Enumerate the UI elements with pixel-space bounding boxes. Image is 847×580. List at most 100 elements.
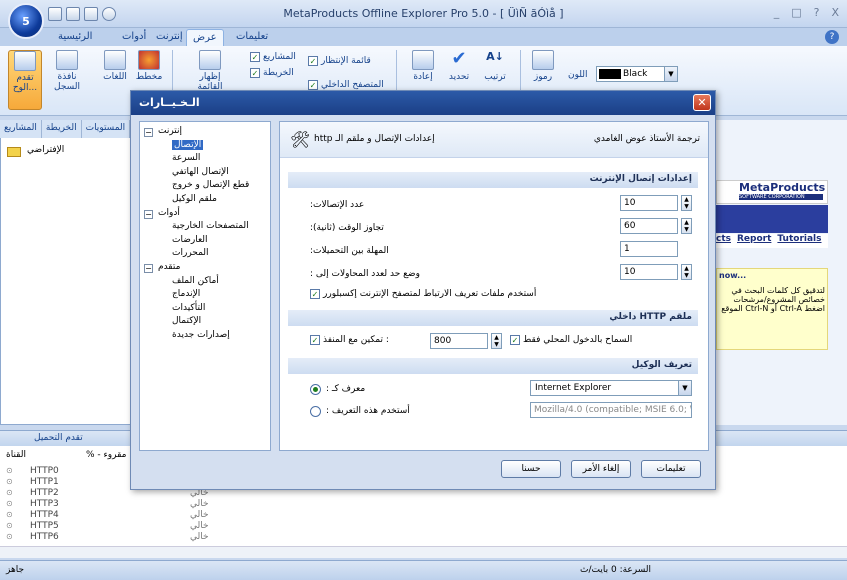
tab-tools[interactable]: أدوات: [116, 29, 152, 46]
column-header-percent[interactable]: % - مقروء: [86, 450, 126, 460]
internal-browser-checkbox[interactable]: ✓ المتصفح الداخلي: [308, 80, 384, 90]
timeout-input[interactable]: 60: [620, 218, 678, 234]
button-label: رموز: [533, 72, 553, 82]
checkbox-label: المشاريع: [263, 52, 296, 62]
tab-levels[interactable]: المستويات: [82, 120, 131, 138]
tree-node[interactable]: العارضات: [172, 235, 208, 245]
check-icon: ✓: [250, 52, 260, 62]
window-controls: _ □ ? X: [774, 6, 839, 19]
tree-node[interactable]: الإكتمال: [172, 316, 201, 326]
ok-button[interactable]: حسنا: [501, 460, 561, 478]
button-label: إظهار القائمة: [197, 72, 223, 92]
tree-node[interactable]: المتصفحات الخارجية: [172, 221, 249, 231]
circle-icon[interactable]: [102, 7, 116, 21]
nav-link-report[interactable]: Report: [737, 234, 771, 248]
retries-label: وضع حد لعدد المحاولات إلى :: [310, 269, 420, 279]
channel-status: خالي: [190, 521, 209, 531]
news-text: لتدقيق كل كلمات البحث في خصائص المشروع/م…: [721, 286, 825, 313]
select-button[interactable]: ✔ تحديد: [442, 48, 476, 83]
enable-port-checkbox[interactable]: ✓ تمكين مع المنفذ :: [310, 335, 389, 345]
custom-agent-input[interactable]: Mozilla/4.0 (compatible; MSIE 6.0; Windo: [530, 402, 692, 418]
connections-input[interactable]: 10: [620, 195, 678, 211]
symbols-button[interactable]: رموز: [526, 50, 560, 82]
port-spinner[interactable]: ▲ ▼: [491, 333, 502, 349]
languages-button[interactable]: اللغات: [98, 50, 132, 82]
button-label: مخطط: [135, 72, 163, 82]
cancel-button[interactable]: إلغاء الأمر: [571, 460, 631, 478]
timeout-spinner[interactable]: ▲ ▼: [681, 218, 692, 234]
connections-label: عدد الإتصالات:: [310, 200, 365, 210]
checkmark-icon: ✔: [451, 48, 467, 69]
projects-checkbox[interactable]: ✓ المشاريع: [250, 52, 296, 62]
tree-node[interactable]: الإندماج: [172, 289, 200, 299]
application-orb[interactable]: 5: [8, 3, 44, 39]
minimize-button[interactable]: _: [774, 6, 780, 19]
nav-link-tutorials[interactable]: Tutorials: [777, 234, 821, 248]
tab-map[interactable]: الخريطة: [42, 120, 82, 138]
logo-text: MetaProducts: [739, 181, 826, 194]
show-menu-button[interactable]: إظهار القائمة: [186, 50, 234, 92]
status-text: جاهز: [6, 565, 25, 575]
tree-node[interactable]: الإتصال: [172, 139, 204, 150]
tree-node[interactable]: الإتصال الهاتفي: [172, 167, 229, 177]
map-checkbox[interactable]: ✓ الخريطة: [250, 68, 294, 78]
tree-node[interactable]: أماكن الملف: [172, 276, 219, 286]
retries-spinner[interactable]: ▲ ▼: [681, 264, 692, 280]
palette-icon: [138, 50, 160, 70]
tree-node[interactable]: أدوات: [158, 208, 180, 218]
tree-expander-icon[interactable]: −: [144, 264, 153, 273]
tree-expander-icon[interactable]: −: [144, 128, 153, 137]
queue-checkbox[interactable]: ✓ قائمة الإنتظار: [308, 56, 371, 66]
tab-internet[interactable]: إنترنت: [150, 29, 189, 46]
column-header-channel[interactable]: القناة: [6, 450, 26, 460]
tree-node[interactable]: قطع الإتصال و خروج: [172, 180, 249, 190]
retries-input[interactable]: 10: [620, 264, 678, 280]
help-button[interactable]: ?: [814, 6, 820, 19]
tab-view[interactable]: عرض: [186, 29, 224, 46]
button-label: اللغات: [103, 72, 127, 82]
tree-expander-icon[interactable]: −: [144, 209, 153, 219]
scheme-button[interactable]: مخطط: [132, 50, 166, 82]
port-input[interactable]: 800: [430, 333, 488, 349]
sort-button[interactable]: A↓ ترتيب: [478, 50, 512, 82]
local-only-checkbox[interactable]: ✓ السماح بالدخول المحلي فقط: [510, 335, 632, 345]
check-icon: ✓: [308, 56, 318, 66]
tree-node[interactable]: السرعة: [172, 153, 200, 163]
delay-label: المهلة بين التحميلات:: [310, 246, 389, 256]
save-icon[interactable]: [66, 7, 80, 21]
nav-link-contacts[interactable]: cts: [716, 234, 731, 248]
tab-projects[interactable]: المشاريع: [0, 120, 42, 138]
horizontal-scrollbar[interactable]: [0, 546, 847, 558]
close-button[interactable]: X: [831, 6, 839, 19]
tree-node[interactable]: التأكيدات: [172, 303, 205, 313]
tree-node[interactable]: ملقم الوكيل: [172, 194, 217, 204]
button-label: نافذة السجل: [54, 72, 80, 92]
tree-item-default[interactable]: الإفتراضي: [7, 145, 64, 157]
tree-node[interactable]: المحررات: [172, 248, 209, 258]
identify-as-dropdown[interactable]: Internet Explorer ▼: [530, 380, 692, 396]
tree-node[interactable]: إصدارات جديدة: [172, 330, 230, 340]
connections-spinner[interactable]: ▲ ▼: [681, 195, 692, 211]
new-icon[interactable]: [48, 7, 62, 21]
grid-icon[interactable]: [84, 7, 98, 21]
maximize-button[interactable]: □: [791, 6, 801, 19]
checkbox-label: تمكين مع المنفذ :: [323, 335, 389, 345]
check-icon: ✓: [310, 289, 320, 299]
tab-help[interactable]: تعليمات: [230, 29, 274, 46]
color-dropdown[interactable]: Black ▼: [596, 66, 678, 82]
ie-cookies-checkbox[interactable]: ✓ أستخدم ملفات تعريف الارتباط لمتصفح الإ…: [310, 289, 536, 299]
custom-agent-radio[interactable]: [310, 406, 321, 417]
tree-node[interactable]: إنترنت: [158, 126, 182, 136]
help-button[interactable]: تعليمات: [641, 460, 701, 478]
channel-status-icon: ⊙: [6, 477, 13, 486]
tree-node[interactable]: متقدم: [158, 262, 180, 272]
redo-button[interactable]: إعادة: [406, 50, 440, 82]
delay-input[interactable]: 1: [620, 241, 678, 257]
identify-as-radio[interactable]: [310, 384, 321, 395]
checkbox-label: أستخدم ملفات تعريف الارتباط لمتصفح الإنت…: [323, 289, 537, 299]
help-icon[interactable]: ?: [825, 30, 839, 44]
download-progress-window-button[interactable]: تقدم الوح...: [8, 50, 42, 110]
log-window-button[interactable]: نافذة السجل: [50, 50, 84, 92]
close-icon[interactable]: ✕: [693, 94, 711, 111]
tab-home[interactable]: الرئيسية: [52, 29, 98, 46]
